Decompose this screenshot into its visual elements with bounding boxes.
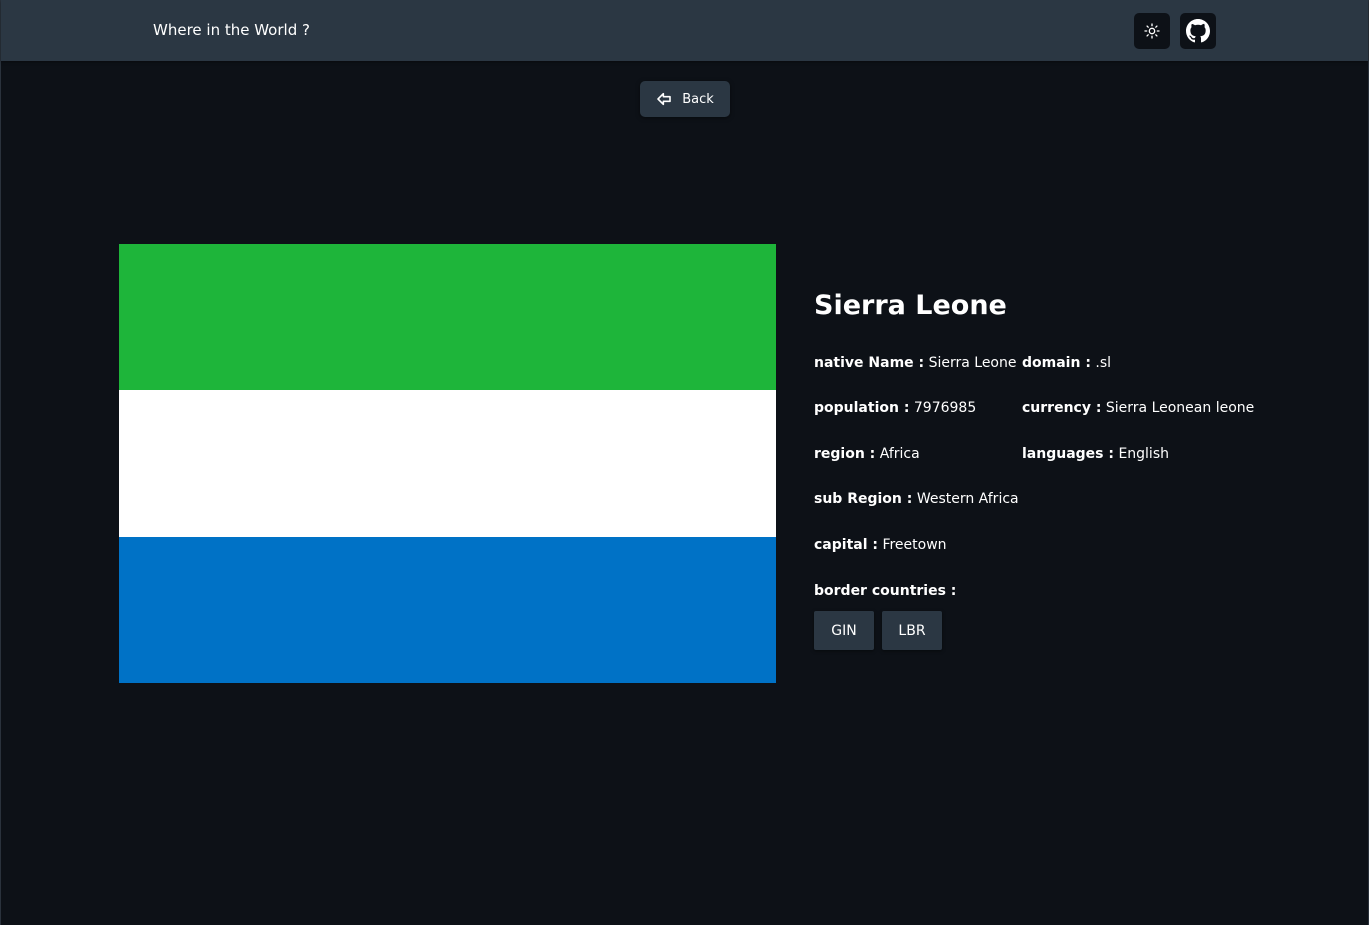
capital-label: capital : — [814, 537, 878, 553]
languages-label: languages : — [1022, 446, 1114, 462]
sub-region-field: sub Region : Western Africa — [814, 491, 1019, 507]
capital-value: Freetown — [882, 537, 947, 553]
languages-value: English — [1118, 446, 1169, 462]
native-name-label: native Name : — [814, 355, 925, 371]
languages-field: languages : English — [1022, 446, 1169, 462]
page: Where in the World ? Back Sierra Leone n… — [0, 0, 1369, 925]
border-country-button[interactable]: LBR — [882, 611, 942, 650]
app-title: Where in the World ? — [153, 21, 310, 39]
domain-label: domain : — [1022, 355, 1091, 371]
capital-field: capital : Freetown — [814, 537, 947, 553]
country-name: Sierra Leone — [814, 290, 1007, 321]
theme-toggle-button[interactable] — [1134, 13, 1170, 49]
population-field: population : 7976985 — [814, 400, 976, 416]
region-label: region : — [814, 446, 876, 462]
population-label: population : — [814, 400, 910, 416]
top-bar: Where in the World ? — [1, 0, 1368, 61]
region-field: region : Africa — [814, 446, 920, 462]
border-countries-list: GIN LBR — [814, 611, 942, 650]
github-link-button[interactable] — [1180, 13, 1216, 49]
back-button[interactable]: Back — [640, 81, 730, 117]
sub-region-value: Western Africa — [916, 491, 1019, 507]
region-value: Africa — [879, 446, 920, 462]
arrow-left-icon — [657, 92, 672, 106]
flag-stripe-green — [119, 244, 776, 391]
native-name-field: native Name : Sierra Leone — [814, 355, 1016, 371]
currency-field: currency : Sierra Leonean leone — [1022, 400, 1254, 416]
currency-label: currency : — [1022, 400, 1102, 416]
sun-icon — [1144, 23, 1160, 39]
border-country-button[interactable]: GIN — [814, 611, 874, 650]
domain-field: domain : .sl — [1022, 355, 1111, 371]
back-button-label: Back — [682, 91, 714, 107]
border-countries-label: border countries : — [814, 583, 957, 599]
domain-value: .sl — [1095, 355, 1112, 371]
country-flag — [119, 244, 776, 683]
flag-stripe-blue — [119, 536, 776, 683]
population-value: 7976985 — [913, 400, 977, 416]
currency-value: Sierra Leonean leone — [1105, 400, 1255, 416]
github-icon — [1186, 19, 1210, 43]
native-name-value: Sierra Leone — [928, 355, 1017, 371]
flag-stripe-white — [119, 390, 776, 537]
sub-region-label: sub Region : — [814, 491, 913, 507]
